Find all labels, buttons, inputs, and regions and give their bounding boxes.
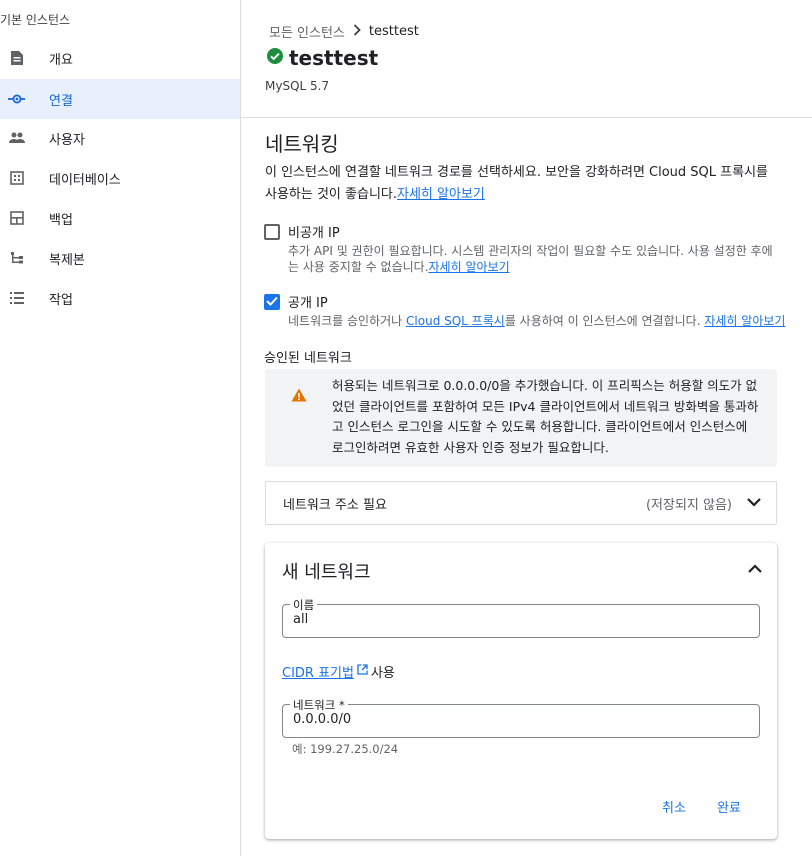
users-icon xyxy=(8,129,26,147)
sidebar-item-backups[interactable]: 백업 xyxy=(0,198,240,238)
sidebar: 기본 인스턴스 개요 연결 사용자 데이터베이스 백업 복제본 작업 xyxy=(0,0,241,856)
overview-icon xyxy=(8,49,26,67)
operations-icon xyxy=(8,289,26,307)
chevron-right-icon xyxy=(353,23,361,40)
public-ip-learn-more-link[interactable]: 자세히 알아보기 xyxy=(704,314,785,328)
sidebar-header: 기본 인스턴스 xyxy=(0,13,71,27)
cidr-row: CIDR 표기법 사용 xyxy=(282,662,395,681)
chevron-down-icon[interactable] xyxy=(746,494,762,514)
warning-text: 허용되는 네트워크로 0.0.0.0/0을 추가했습니다. 이 프리픽스는 허용… xyxy=(332,378,759,455)
sidebar-item-label: 작업 xyxy=(49,292,73,308)
public-ip-text: 공개 IP 네트워크를 승인하거나 Cloud SQL 프록시를 사용하여 이 … xyxy=(288,292,788,329)
breadcrumb: 모든 인스턴스 testtest xyxy=(269,22,419,41)
page-title: testtest xyxy=(289,46,379,70)
chevron-up-icon[interactable] xyxy=(747,561,763,581)
cloud-sql-proxy-link[interactable]: Cloud SQL 프록시 xyxy=(406,314,505,328)
external-link-icon xyxy=(357,664,368,679)
sidebar-item-label: 개요 xyxy=(49,52,73,68)
private-ip-description-text: 추가 API 및 권한이 필요합니다. 시스템 관리자의 작업이 필요할 수도 … xyxy=(288,244,773,274)
sidebar-item-databases[interactable]: 데이터베이스 xyxy=(0,158,240,198)
breadcrumb-all-instances-link[interactable]: 모든 인스턴스 xyxy=(269,22,345,41)
connection-icon xyxy=(8,90,26,108)
check-icon xyxy=(266,295,278,310)
sidebar-item-label: 연결 xyxy=(49,93,73,109)
cidr-notation-link[interactable]: CIDR 표기법 xyxy=(282,662,354,681)
public-ip-description-text: 네트워크를 승인하거나 xyxy=(288,314,407,328)
section-title: 네트워킹 xyxy=(265,132,339,156)
backup-icon xyxy=(8,209,26,227)
check-circle-icon xyxy=(267,48,283,68)
sidebar-item-label: 복제본 xyxy=(49,252,85,268)
instance-title-row: testtest xyxy=(267,46,378,70)
authorized-networks-title: 승인된 네트워크 xyxy=(264,351,352,366)
description-text: 이 인스턴스에 연결할 네트워크 경로를 선택하세요. 보안을 강화하려면 Cl… xyxy=(265,165,768,202)
network-input[interactable] xyxy=(293,712,743,727)
sidebar-item-operations[interactable]: 작업 xyxy=(0,278,240,318)
private-ip-option: 비공개 IP 추가 API 및 권한이 필요합니다. 시스템 관리자의 작업이 … xyxy=(264,222,776,275)
network-field: 네트워크 * xyxy=(282,697,760,738)
name-field-label: 이름 xyxy=(290,597,318,613)
new-network-card: 새 네트워크 이름 CIDR 표기법 사용 네트워크 * 예: 199.27.2… xyxy=(265,543,777,839)
done-button[interactable]: 완료 xyxy=(717,797,741,816)
database-icon xyxy=(8,169,26,187)
private-ip-label: 비공개 IP xyxy=(288,226,340,241)
sidebar-item-connection[interactable]: 연결 xyxy=(0,79,240,119)
cidr-suffix: 사용 xyxy=(370,666,395,681)
name-input[interactable] xyxy=(293,612,743,627)
network-hint: 예: 199.27.25.0/24 xyxy=(292,742,399,756)
name-field: 이름 xyxy=(282,597,760,638)
public-ip-checkbox[interactable] xyxy=(264,294,280,310)
warning-icon xyxy=(291,388,307,406)
public-ip-option: 공개 IP 네트워크를 승인하거나 Cloud SQL 프록시를 사용하여 이 … xyxy=(264,292,788,329)
sidebar-item-label: 백업 xyxy=(49,212,73,228)
main-content: 모든 인스턴스 testtest testtest MySQL 5.7 네트워킹… xyxy=(241,0,812,856)
network-field-label: 네트워크 * xyxy=(290,697,348,713)
replica-icon xyxy=(8,249,26,267)
network-address-item[interactable]: 네트워크 주소 필요 (저장되지 않음) xyxy=(265,481,777,525)
private-ip-checkbox[interactable] xyxy=(264,224,280,240)
public-ip-description-text-2: 를 사용하여 이 인스턴스에 연결합니다. xyxy=(504,314,705,328)
sidebar-item-label: 데이터베이스 xyxy=(49,172,121,188)
learn-more-link[interactable]: 자세히 알아보기 xyxy=(397,187,485,202)
networking-description: 이 인스턴스에 연결할 네트워크 경로를 선택하세요. 보안을 강화하려면 Cl… xyxy=(265,162,775,206)
network-address-title: 네트워크 주소 필요 xyxy=(283,497,387,513)
private-ip-text: 비공개 IP 추가 API 및 권한이 필요합니다. 시스템 관리자의 작업이 … xyxy=(288,222,776,275)
public-ip-label: 공개 IP xyxy=(288,296,328,311)
sidebar-item-overview[interactable]: 개요 xyxy=(0,38,240,78)
private-ip-description: 추가 API 및 권한이 필요합니다. 시스템 관리자의 작업이 필요할 수도 … xyxy=(288,243,776,275)
divider xyxy=(241,117,812,118)
cancel-button[interactable]: 취소 xyxy=(662,797,686,816)
sidebar-item-label: 사용자 xyxy=(49,132,85,148)
instance-version: MySQL 5.7 xyxy=(265,79,330,93)
sidebar-item-replicas[interactable]: 복제본 xyxy=(0,238,240,278)
private-ip-learn-more-link[interactable]: 자세히 알아보기 xyxy=(429,260,510,274)
new-network-title: 새 네트워크 xyxy=(282,562,371,583)
sidebar-item-users[interactable]: 사용자 xyxy=(0,118,240,158)
public-ip-description: 네트워크를 승인하거나 Cloud SQL 프록시를 사용하여 이 인스턴스에 … xyxy=(288,313,788,329)
breadcrumb-current: testtest xyxy=(368,24,419,39)
unsaved-status: (저장되지 않음) xyxy=(645,497,732,513)
warning-banner: 허용되는 네트워크로 0.0.0.0/0을 추가했습니다. 이 프리픽스는 허용… xyxy=(265,369,777,467)
